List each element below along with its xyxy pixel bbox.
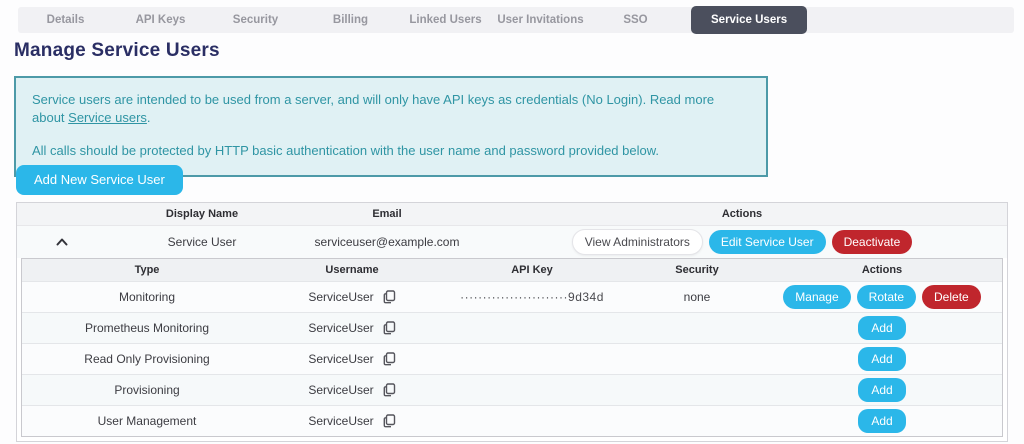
key-type: User Management [22, 414, 272, 428]
info-box: Service users are intended to be used fr… [14, 76, 768, 177]
key-row-prometheus-monitoring: Prometheus Monitoring ServiceUser Add [22, 312, 1002, 343]
tab-user-invitations[interactable]: User Invitations [493, 14, 588, 26]
tab-api-keys[interactable]: API Keys [113, 14, 208, 26]
service-user-row: Service User serviceuser@example.com Vie… [17, 225, 1007, 258]
collapse-row-toggle[interactable] [17, 235, 107, 249]
key-row-provisioning: Provisioning ServiceUser Add [22, 374, 1002, 405]
tab-service-users[interactable]: Service Users [691, 6, 807, 34]
key-type: Provisioning [22, 383, 272, 397]
header-actions: Actions [477, 208, 1007, 220]
tab-sso[interactable]: SSO [588, 14, 683, 26]
username-value: ServiceUser [308, 352, 373, 366]
page-title: Manage Service Users [14, 40, 220, 62]
info-line-1: Service users are intended to be used fr… [32, 91, 750, 126]
edit-service-user-button[interactable]: Edit Service User [709, 230, 826, 254]
keys-table-header: Type Username API Key Security Actions [22, 259, 1002, 281]
key-type: Read Only Provisioning [22, 352, 272, 366]
display-name-value: Service User [107, 235, 297, 249]
key-row-read-only-provisioning: Read Only Provisioning ServiceUser Add [22, 343, 1002, 374]
api-key-value: ························9d34d [432, 290, 632, 304]
security-value: none [632, 290, 762, 304]
users-table-header: Display Name Email Actions [17, 203, 1007, 225]
service-users-table: Display Name Email Actions Service User … [16, 202, 1008, 442]
header-security: Security [632, 264, 762, 276]
username-value: ServiceUser [308, 290, 373, 304]
email-value: serviceuser@example.com [297, 235, 477, 249]
copy-icon[interactable] [383, 383, 396, 397]
info-line-2: All calls should be protected by HTTP ba… [32, 142, 750, 160]
key-row-monitoring: Monitoring ServiceUser ·················… [22, 281, 1002, 312]
service-user-actions: View Administrators Edit Service User De… [477, 229, 1007, 255]
username-value: ServiceUser [308, 321, 373, 335]
tab-linked-users[interactable]: Linked Users [398, 14, 493, 26]
add-key-button[interactable]: Add [858, 347, 905, 371]
key-type: Monitoring [22, 290, 272, 304]
deactivate-button[interactable]: Deactivate [832, 230, 913, 254]
header-username: Username [272, 264, 432, 276]
manage-button[interactable]: Manage [783, 285, 850, 309]
view-administrators-button[interactable]: View Administrators [572, 229, 703, 255]
add-key-button[interactable]: Add [858, 378, 905, 402]
copy-icon[interactable] [383, 321, 396, 335]
rotate-button[interactable]: Rotate [857, 285, 916, 309]
delete-button[interactable]: Delete [922, 285, 981, 309]
copy-icon[interactable] [383, 352, 396, 366]
key-type: Prometheus Monitoring [22, 321, 272, 335]
header-type: Type [22, 264, 272, 276]
header-key-actions: Actions [762, 264, 1002, 276]
copy-icon[interactable] [383, 290, 396, 304]
tab-details[interactable]: Details [18, 14, 113, 26]
header-display-name: Display Name [107, 208, 297, 220]
service-users-link[interactable]: Service users [68, 110, 147, 125]
chevron-up-icon [56, 235, 68, 249]
tab-security[interactable]: Security [208, 14, 303, 26]
username-value: ServiceUser [308, 414, 373, 428]
key-row-user-management: User Management ServiceUser Add [22, 405, 1002, 436]
tab-bar: Details API Keys Security Billing Linked… [18, 7, 1014, 33]
add-key-button[interactable]: Add [858, 409, 905, 433]
tab-billing[interactable]: Billing [303, 14, 398, 26]
header-api-key: API Key [432, 264, 632, 276]
api-keys-table: Type Username API Key Security Actions M… [21, 258, 1003, 437]
copy-icon[interactable] [383, 414, 396, 428]
header-email: Email [297, 208, 477, 220]
username-value: ServiceUser [308, 383, 373, 397]
add-key-button[interactable]: Add [858, 316, 905, 340]
add-new-service-user-button[interactable]: Add New Service User [16, 165, 183, 195]
